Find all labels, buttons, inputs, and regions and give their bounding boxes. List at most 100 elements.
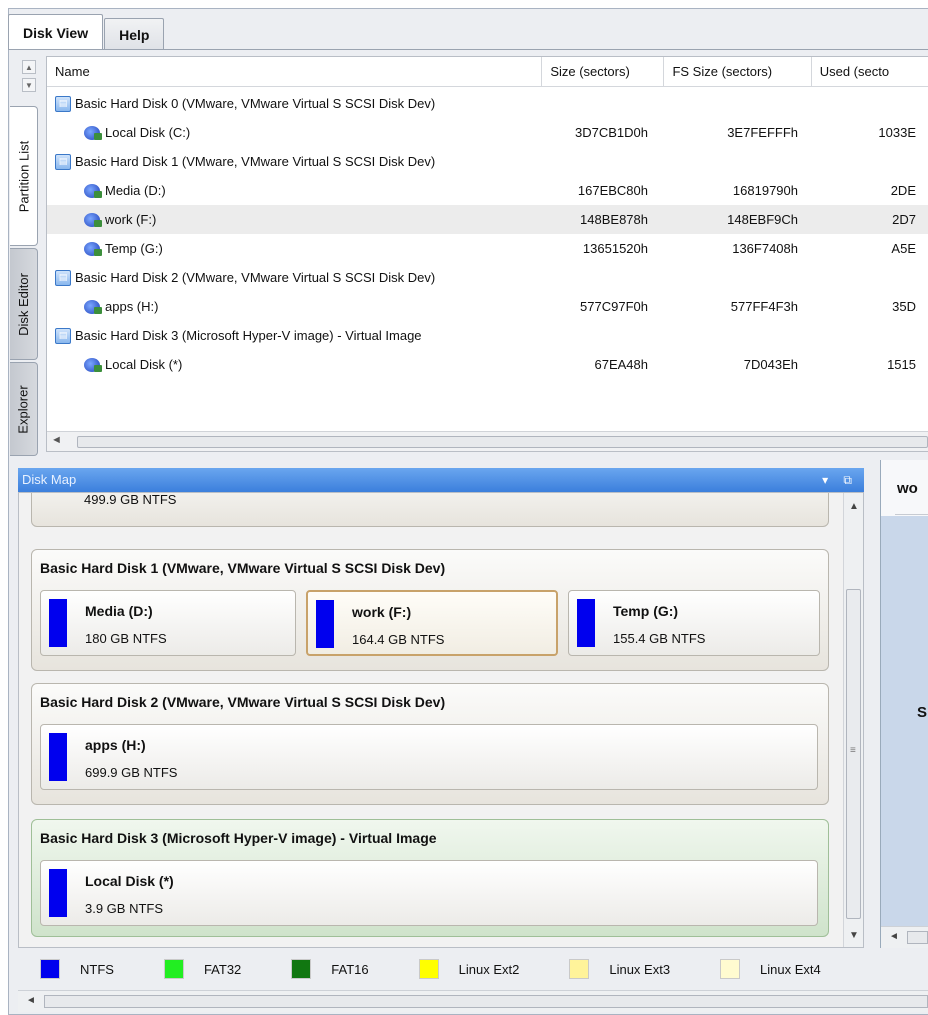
properties-divider bbox=[895, 514, 928, 515]
properties-pane: wo S ◄ bbox=[880, 460, 928, 948]
ntfs-bar bbox=[49, 599, 67, 647]
disk-card-1[interactable]: Basic Hard Disk 1 (VMware, VMware Virtua… bbox=[31, 549, 829, 671]
properties-text: S bbox=[917, 704, 928, 721]
partition-tile[interactable]: Temp (G:) 155.4 GB NTFS bbox=[568, 590, 820, 656]
row-fs-size-cell: 148EBF9Ch bbox=[727, 212, 798, 227]
partition-name: Local Disk (*) bbox=[85, 873, 174, 889]
tab-partition-list[interactable]: Partition List bbox=[10, 106, 38, 246]
row-name: Basic Hard Disk 0 (VMware, VMware Virtua… bbox=[75, 96, 436, 111]
disk-card-title: Basic Hard Disk 2 (VMware, VMware Virtua… bbox=[40, 694, 446, 710]
disk-card-2[interactable]: Basic Hard Disk 2 (VMware, VMware Virtua… bbox=[31, 683, 829, 805]
tab-disk-editor[interactable]: Disk Editor bbox=[10, 248, 38, 360]
row-name-cell: Temp (G:) bbox=[47, 240, 163, 258]
row-size-cell: 67EA48h bbox=[594, 357, 649, 372]
partition-tile[interactable]: apps (H:) 699.9 GB NTFS bbox=[40, 724, 818, 790]
list-scroll-down-icon[interactable]: ▼ bbox=[22, 78, 36, 92]
tab-explorer[interactable]: Explorer bbox=[10, 362, 38, 456]
disk-card-3[interactable]: Basic Hard Disk 3 (Microsoft Hyper-V ima… bbox=[31, 819, 829, 937]
volume-icon bbox=[83, 124, 103, 142]
legend-item: NTFS bbox=[40, 959, 114, 979]
legend-swatch bbox=[720, 959, 741, 979]
partition-fs: 180 GB NTFS bbox=[85, 631, 167, 646]
scroll-thumb[interactable] bbox=[77, 436, 928, 448]
legend-item: FAT32 bbox=[163, 959, 242, 979]
row-fs-size-cell: 3E7FEFFFh bbox=[727, 125, 798, 140]
partition-row[interactable]: apps (H:) 577C97F0h 577FF4F3h 35D bbox=[47, 292, 928, 321]
hard-disk-icon: ▤ bbox=[55, 269, 71, 286]
partition-row[interactable]: Media (D:) 167EBC80h 16819790h 2DE bbox=[47, 176, 928, 205]
partition-name: apps (H:) bbox=[85, 737, 146, 753]
legend-swatch bbox=[40, 959, 60, 979]
partition-list-hscroll[interactable]: ◄ bbox=[47, 431, 928, 451]
partition-row[interactable]: work (F:) 148BE878h 148EBF9Ch 2D7 bbox=[47, 205, 928, 234]
row-used-cell: 1033E bbox=[878, 125, 916, 140]
row-fs-size-cell: 136F7408h bbox=[732, 241, 798, 256]
partition-name: Temp (G:) bbox=[613, 603, 679, 619]
partition-row[interactable]: Local Disk (*) 67EA48h 7D043Eh 1515 bbox=[47, 350, 928, 379]
ntfs-bar bbox=[49, 733, 67, 781]
partition-tile[interactable]: Media (D:) 180 GB NTFS bbox=[40, 590, 296, 656]
scroll-left-icon[interactable]: ◄ bbox=[889, 931, 899, 942]
panel-controls[interactable]: ▾ ⧉ bbox=[822, 468, 858, 492]
main-tab-strip: Disk View Help bbox=[8, 10, 165, 50]
legend-label: Linux Ext4 bbox=[760, 961, 821, 977]
row-name-cell: apps (H:) bbox=[47, 298, 158, 316]
partition-tile-c[interactable]: 499.9 GB NTFS bbox=[40, 492, 820, 520]
disk-card-title: Basic Hard Disk 1 (VMware, VMware Virtua… bbox=[40, 560, 446, 576]
partition-list-header: Name Size (sectors) FS Size (sectors) Us… bbox=[47, 57, 928, 87]
scroll-grip-icon: ≡ bbox=[850, 745, 856, 756]
volume-icon bbox=[83, 356, 103, 374]
scroll-thumb[interactable] bbox=[44, 995, 928, 1008]
partition-list: Name Size (sectors) FS Size (sectors) Us… bbox=[46, 56, 928, 452]
row-name: Temp (G:) bbox=[105, 241, 163, 256]
column-size[interactable]: Size (sectors) bbox=[542, 57, 665, 87]
row-used-cell: 2DE bbox=[890, 183, 916, 198]
tab-disk-view[interactable]: Disk View bbox=[8, 14, 104, 50]
partition-tile[interactable]: Local Disk (*) 3.9 GB NTFS bbox=[40, 860, 818, 926]
row-used-cell: 1515 bbox=[887, 357, 916, 372]
disk-row[interactable]: ▤ Basic Hard Disk 3 (Microsoft Hyper-V im… bbox=[47, 321, 928, 350]
scroll-up-icon[interactable]: ▲ bbox=[849, 501, 859, 512]
row-fs-size-cell: 577FF4F3h bbox=[730, 299, 798, 314]
partition-row[interactable]: Local Disk (C:) 3D7CB1D0h 3E7FEFFFh 1033E bbox=[47, 118, 928, 147]
partition-fs: 499.9 GB NTFS bbox=[84, 492, 177, 507]
legend-label: NTFS bbox=[80, 961, 114, 977]
row-size-cell: 3D7CB1D0h bbox=[575, 125, 648, 140]
hard-disk-icon: ▤ bbox=[55, 327, 71, 344]
row-size-cell: 167EBC80h bbox=[577, 183, 648, 198]
partition-name: work (F:) bbox=[352, 604, 412, 620]
ntfs-bar bbox=[49, 869, 67, 917]
legend-label: Linux Ext2 bbox=[458, 961, 520, 977]
scroll-left-icon[interactable]: ◄ bbox=[26, 995, 36, 1006]
legend-swatch bbox=[569, 959, 590, 979]
partition-fs: 155.4 GB NTFS bbox=[613, 631, 706, 646]
disk-row[interactable]: ▤ Basic Hard Disk 2 (VMware, VMware Virtu… bbox=[47, 263, 928, 292]
partition-row[interactable]: Temp (G:) 13651520h 136F7408h A5E bbox=[47, 234, 928, 263]
disk-row[interactable]: ▤ Basic Hard Disk 1 (VMware, VMware Virtu… bbox=[47, 147, 928, 176]
partition-tile[interactable]: work (F:) 164.4 GB NTFS bbox=[306, 590, 558, 656]
row-fs-size-cell: 7D043Eh bbox=[743, 357, 798, 372]
disk-map-vscroll[interactable]: ▲ ≡ ▼ bbox=[843, 493, 863, 947]
scroll-thumb[interactable] bbox=[907, 931, 928, 944]
legend-label: FAT32 bbox=[203, 961, 242, 977]
column-fs-size[interactable]: FS Size (sectors) bbox=[664, 57, 812, 87]
row-name: Local Disk (C:) bbox=[105, 125, 191, 140]
partition-fs: 699.9 GB NTFS bbox=[85, 765, 178, 780]
disk-row[interactable]: ▤ Basic Hard Disk 0 (VMware, VMware Virtu… bbox=[47, 89, 928, 118]
column-used[interactable]: Used (secto bbox=[812, 57, 928, 87]
properties-hscroll[interactable]: ◄ bbox=[881, 926, 928, 948]
row-size-cell: 148BE878h bbox=[580, 212, 648, 227]
row-name-cell: ▤ Basic Hard Disk 3 (Microsoft Hyper-V im… bbox=[47, 327, 422, 344]
row-used-cell: 35D bbox=[892, 299, 916, 314]
row-name-cell: ▤ Basic Hard Disk 2 (VMware, VMware Virtu… bbox=[47, 269, 436, 286]
row-name: Basic Hard Disk 2 (VMware, VMware Virtua… bbox=[75, 270, 436, 285]
tab-help[interactable]: Help bbox=[104, 18, 165, 50]
tab-divider bbox=[8, 49, 928, 50]
row-used-cell: 2D7 bbox=[892, 212, 916, 227]
scroll-left-icon[interactable]: ◄ bbox=[51, 434, 62, 446]
column-name[interactable]: Name bbox=[47, 57, 543, 87]
volume-icon bbox=[83, 240, 103, 258]
bottom-hscroll[interactable]: ◄ bbox=[18, 990, 928, 1012]
scroll-down-icon[interactable]: ▼ bbox=[849, 930, 859, 941]
list-scroll-up-icon[interactable]: ▲ bbox=[22, 60, 36, 74]
